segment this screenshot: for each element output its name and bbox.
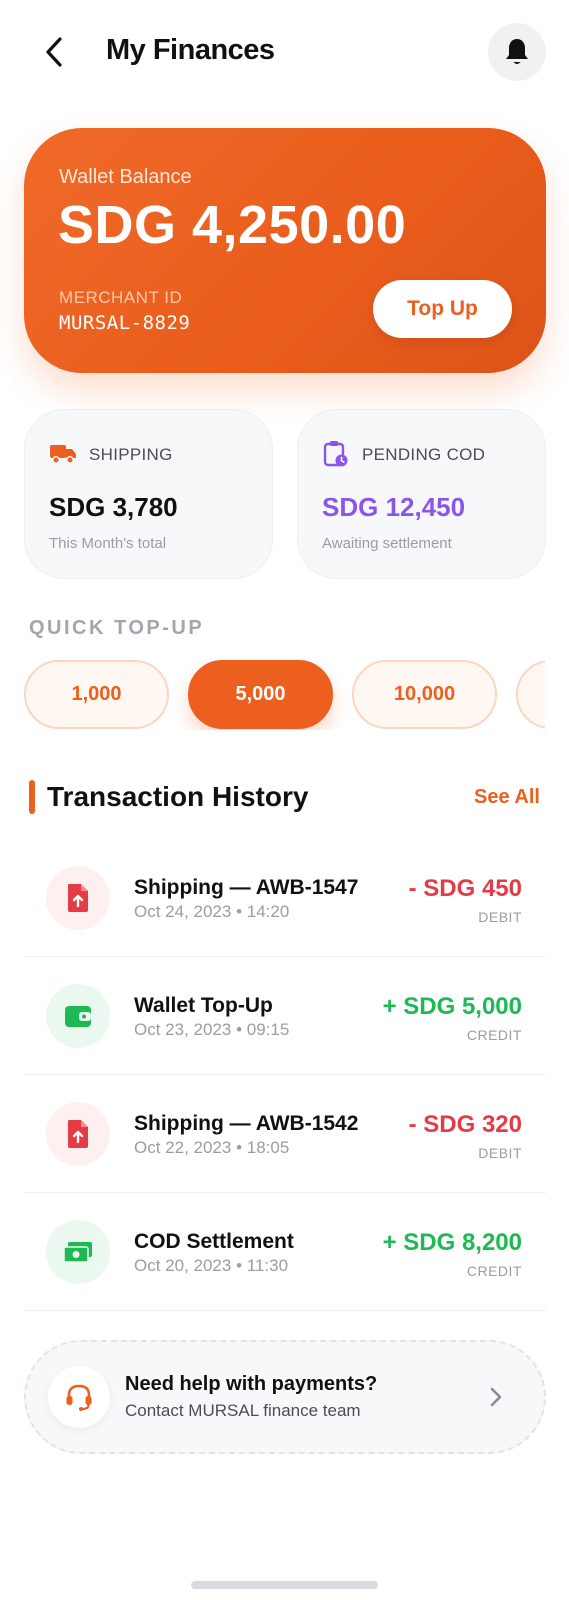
transaction-title: Wallet Top-Up: [134, 994, 273, 1017]
section-accent-bar: [29, 780, 35, 814]
quick-top-up-chips: 1,000 5,000 10,000: [0, 660, 545, 730]
file-upload-icon: [46, 1102, 110, 1166]
transaction-amount: - SDG 320: [408, 1111, 522, 1138]
top-up-chip-partial[interactable]: [516, 660, 545, 729]
wallet-card: Wallet Balance SDG 4,250.00 MERCHANT ID …: [24, 128, 546, 373]
wallet-icon: [46, 984, 110, 1048]
transaction-row[interactable]: Wallet Top-Up Oct 23, 2023 • 09:15 + SDG…: [24, 957, 546, 1075]
help-subtitle: Contact MURSAL finance team: [125, 1401, 361, 1420]
transaction-title: COD Settlement: [134, 1230, 294, 1253]
help-card[interactable]: Need help with payments? Contact MURSAL …: [24, 1340, 546, 1454]
transaction-date: Oct 22, 2023 • 18:05: [134, 1138, 290, 1157]
chevron-left-icon: [46, 37, 62, 67]
transaction-row[interactable]: Shipping — AWB-1547 Oct 24, 2023 • 14:20…: [24, 839, 546, 957]
see-all-link[interactable]: See All: [474, 786, 540, 809]
transaction-date: Oct 20, 2023 • 11:30: [134, 1256, 289, 1275]
shipping-stat-value: SDG 3,780: [49, 492, 178, 522]
top-up-chip-5000[interactable]: 5,000: [188, 660, 333, 729]
transaction-type: DEBIT: [478, 1145, 522, 1161]
transaction-date: Oct 24, 2023 • 14:20: [134, 902, 290, 921]
top-up-chip-1000[interactable]: 1,000: [24, 660, 169, 729]
transaction-date: Oct 23, 2023 • 09:15: [134, 1020, 290, 1039]
file-upload-icon: [46, 866, 110, 930]
transaction-row[interactable]: COD Settlement Oct 20, 2023 • 11:30 + SD…: [24, 1193, 546, 1311]
transaction-row[interactable]: Shipping — AWB-1542 Oct 22, 2023 • 18:05…: [24, 1075, 546, 1193]
cash-icon: [46, 1220, 110, 1284]
clipboard-clock-icon: [322, 440, 350, 468]
transaction-history-title: Transaction History: [47, 781, 309, 812]
transaction-type: DEBIT: [478, 909, 522, 925]
notifications-button[interactable]: [488, 23, 546, 81]
transaction-title: Shipping — AWB-1542: [134, 1112, 359, 1135]
transaction-amount: + SDG 5,000: [382, 993, 522, 1020]
pending-cod-stat-card[interactable]: PENDING COD SDG 12,450 Awaiting settleme…: [297, 409, 546, 579]
shipping-stat-card[interactable]: SHIPPING SDG 3,780 This Month's total: [24, 409, 273, 579]
transaction-title: Shipping — AWB-1547: [134, 876, 359, 899]
pending-cod-stat-subtitle: Awaiting settlement: [322, 535, 452, 552]
pending-cod-stat-title: PENDING COD: [362, 445, 486, 464]
home-indicator: [191, 1581, 378, 1589]
top-up-button[interactable]: Top Up: [373, 280, 512, 338]
shipping-stat-title: SHIPPING: [89, 445, 173, 464]
help-title: Need help with payments?: [125, 1373, 378, 1395]
chevron-right-icon: [484, 1382, 508, 1412]
transaction-amount: + SDG 8,200: [382, 1229, 522, 1256]
wallet-balance-label: Wallet Balance: [59, 166, 192, 188]
app-header: My Finances: [0, 0, 569, 104]
back-button[interactable]: [34, 28, 74, 76]
transaction-type: CREDIT: [466, 1027, 522, 1043]
quick-top-up-label: QUICK TOP-UP: [29, 617, 205, 639]
merchant-id-label: MERCHANT ID: [59, 288, 183, 307]
top-up-chip-10000[interactable]: 10,000: [352, 660, 497, 729]
page-title: My Finances: [106, 34, 275, 66]
merchant-id-value: MURSAL-8829: [59, 312, 191, 334]
pending-cod-stat-value: SDG 12,450: [322, 492, 466, 522]
headset-icon: [48, 1366, 110, 1428]
transaction-type: CREDIT: [466, 1263, 522, 1279]
wallet-balance-amount: SDG 4,250.00: [58, 195, 407, 255]
truck-icon: [49, 440, 77, 468]
shipping-stat-subtitle: This Month's total: [49, 535, 167, 552]
bell-icon: [506, 39, 528, 64]
transaction-amount: - SDG 450: [408, 875, 522, 902]
